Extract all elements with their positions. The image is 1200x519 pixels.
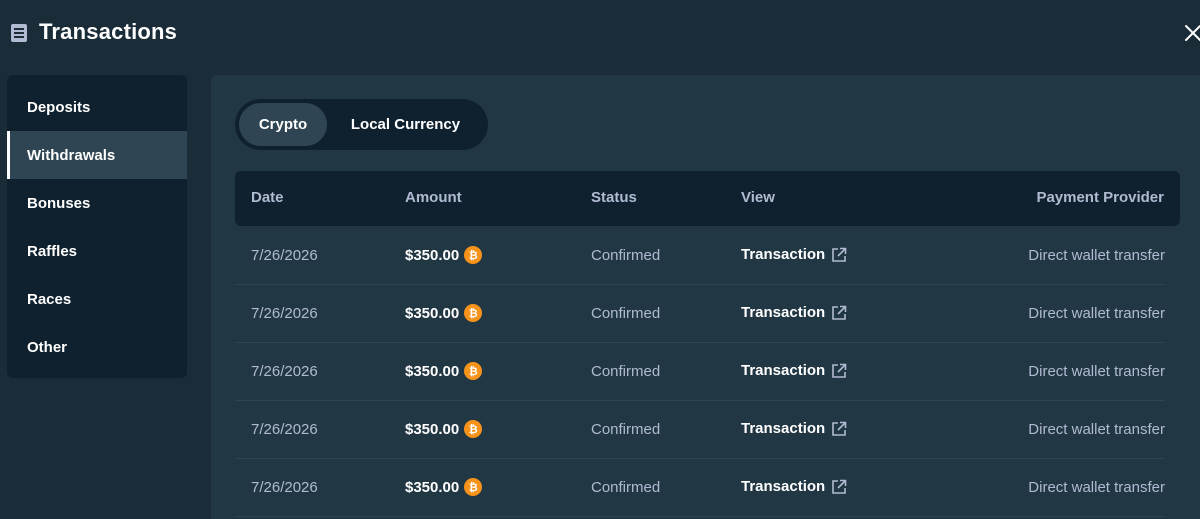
sidebar-item-label: Deposits [27, 98, 91, 116]
row-provider: Direct wallet transfer [1028, 305, 1165, 322]
row-date: 7/26/2026 [251, 479, 318, 496]
sidebar-item-withdrawals[interactable]: Withdrawals [7, 131, 187, 179]
sidebar-item-label: Races [27, 290, 72, 308]
table-header: Date Amount Status View Payment Provider [235, 171, 1180, 226]
bitcoin-icon: ₿ [464, 246, 483, 264]
row-amount: $350.00 ₿ [405, 304, 483, 322]
transaction-link[interactable]: Transaction [741, 420, 847, 437]
row-date: 7/26/2026 [251, 363, 318, 380]
column-header-status[interactable]: Status [591, 189, 637, 206]
external-link-icon [832, 479, 847, 494]
receipt-icon [11, 24, 27, 42]
row-date: 7/26/2026 [251, 421, 318, 438]
row-status: Confirmed [591, 421, 661, 438]
page-title: Transactions [39, 19, 178, 44]
bitcoin-icon: ₿ [464, 478, 483, 496]
table-row: 7/26/2026 $350.00 ₿ Confirmed Transactio… [235, 227, 1165, 285]
currency-toggle: Crypto Local Currency [235, 99, 488, 150]
row-amount: $350.00 ₿ [405, 362, 483, 380]
table-row: 7/26/2026 $350.00 ₿ Confirmed Transactio… [235, 401, 1165, 459]
row-date: 7/26/2026 [251, 305, 318, 322]
sidebar-item-label: Bonuses [27, 194, 91, 212]
sidebar-item-label: Other [27, 338, 68, 356]
row-provider: Direct wallet transfer [1028, 421, 1165, 438]
table-row: 7/26/2026 $350.00 ₿ Confirmed Transactio… [235, 459, 1165, 517]
row-amount: $350.00 ₿ [405, 478, 483, 496]
external-link-icon [832, 305, 847, 320]
modal-header: Transactions [0, 0, 1200, 66]
table-row: 7/26/2026 $350.00 ₿ Confirmed Transactio… [235, 343, 1165, 401]
row-amount: $350.00 ₿ [405, 246, 483, 264]
transaction-link-label: Transaction [741, 362, 826, 379]
transaction-link-label: Transaction [741, 246, 826, 263]
external-link-icon [832, 421, 847, 436]
transaction-link[interactable]: Transaction [741, 246, 847, 263]
row-provider: Direct wallet transfer [1028, 363, 1165, 380]
row-status: Confirmed [591, 363, 661, 380]
bitcoin-icon: ₿ [464, 304, 483, 322]
sidebar-item-other[interactable]: Other [7, 323, 187, 371]
column-header-date[interactable]: Date [251, 189, 284, 206]
tab-crypto[interactable]: Crypto [239, 103, 327, 146]
bitcoin-icon: ₿ [464, 362, 483, 380]
column-header-payment-provider[interactable]: Payment Provider [1036, 189, 1164, 206]
amount-value: $350.00 [405, 362, 460, 380]
sidebar-item-deposits[interactable]: Deposits [7, 83, 187, 131]
external-link-icon [832, 363, 847, 378]
transaction-link[interactable]: Transaction [741, 304, 847, 321]
external-link-icon [832, 247, 847, 262]
tab-local-currency[interactable]: Local Currency [327, 103, 484, 146]
sidebar: Deposits Withdrawals Bonuses Raffles Rac… [7, 75, 187, 378]
transaction-link[interactable]: Transaction [741, 478, 847, 495]
transaction-link-label: Transaction [741, 420, 826, 437]
row-amount: $350.00 ₿ [405, 420, 483, 438]
close-icon[interactable] [1184, 24, 1200, 42]
row-status: Confirmed [591, 479, 661, 496]
transaction-link-label: Transaction [741, 304, 826, 321]
row-provider: Direct wallet transfer [1028, 479, 1165, 496]
row-date: 7/26/2026 [251, 247, 318, 264]
transaction-link-label: Transaction [741, 478, 826, 495]
amount-value: $350.00 [405, 420, 460, 438]
amount-value: $350.00 [405, 478, 460, 496]
amount-value: $350.00 [405, 304, 460, 322]
transactions-panel: Crypto Local Currency Date Amount Status… [211, 75, 1200, 519]
bitcoin-icon: ₿ [464, 420, 483, 438]
row-status: Confirmed [591, 305, 661, 322]
sidebar-item-label: Withdrawals [27, 146, 116, 164]
column-header-amount[interactable]: Amount [405, 189, 462, 206]
transaction-link[interactable]: Transaction [741, 362, 847, 379]
amount-value: $350.00 [405, 246, 460, 264]
table-row: 7/26/2026 $350.00 ₿ Confirmed Transactio… [235, 285, 1165, 343]
sidebar-item-races[interactable]: Races [7, 275, 187, 323]
sidebar-item-bonuses[interactable]: Bonuses [7, 179, 187, 227]
row-provider: Direct wallet transfer [1028, 247, 1165, 264]
sidebar-item-raffles[interactable]: Raffles [7, 227, 187, 275]
column-header-view[interactable]: View [741, 189, 775, 206]
row-status: Confirmed [591, 247, 661, 264]
sidebar-item-label: Raffles [27, 242, 78, 260]
